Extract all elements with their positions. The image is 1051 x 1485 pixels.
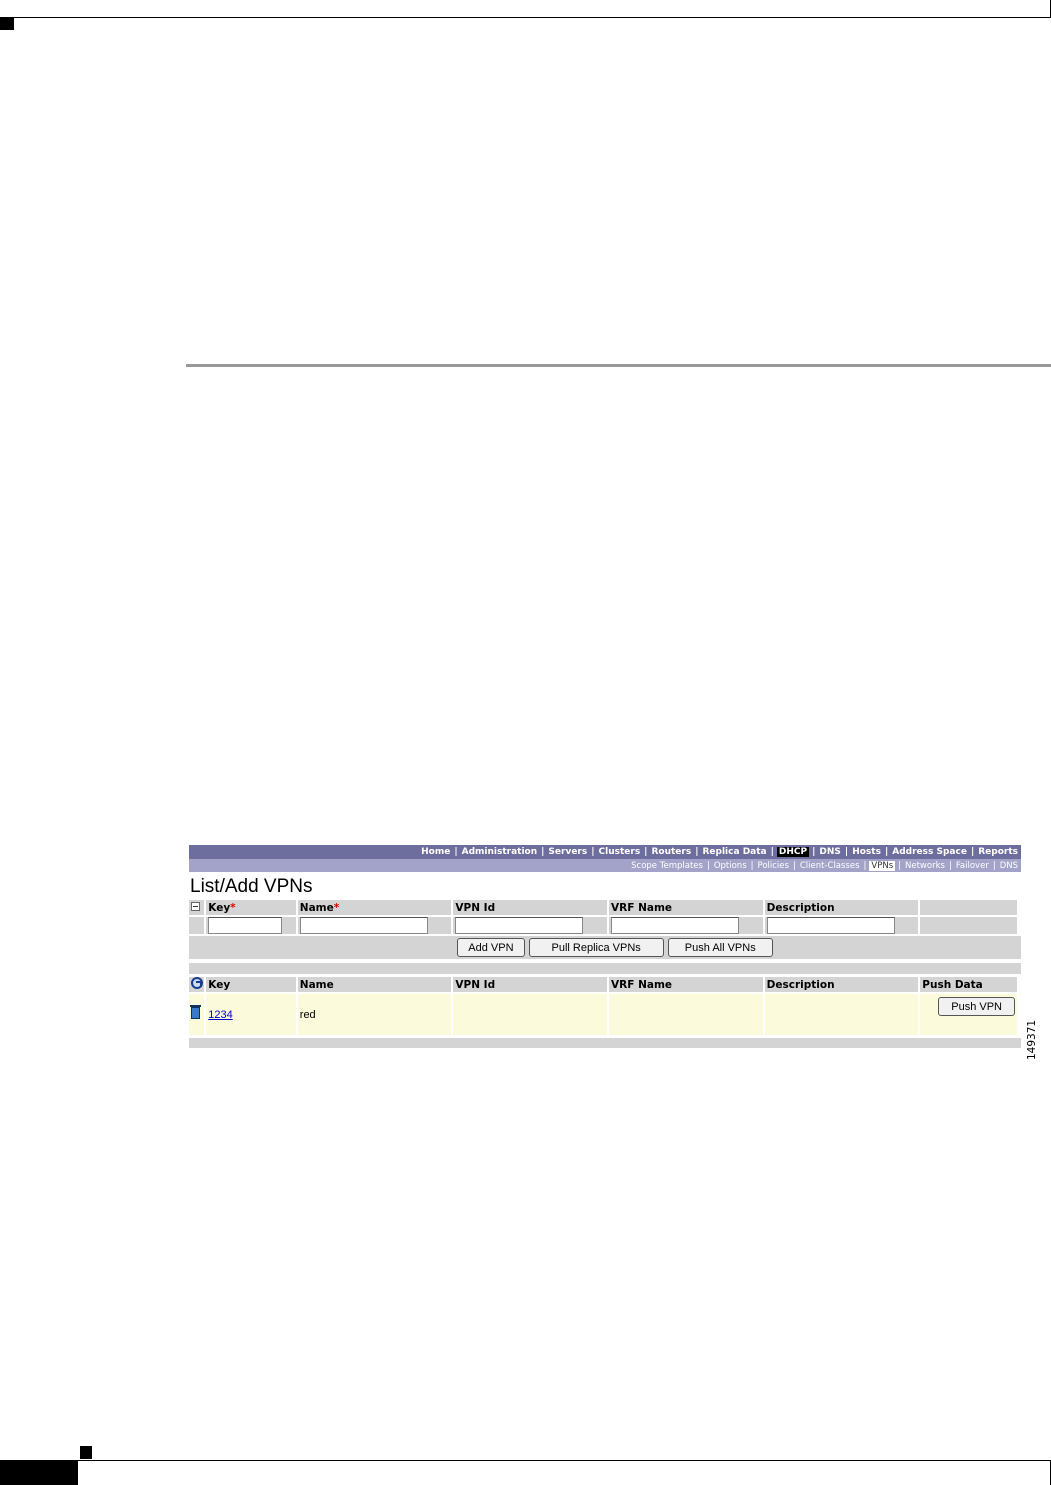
vrf-name-input-cell <box>609 917 763 934</box>
list-vpn-id-header: VPN Id <box>453 977 608 992</box>
subnav-failover[interactable]: Failover <box>955 861 990 871</box>
subnav-client-classes[interactable]: Client-Classes <box>799 861 861 871</box>
nav-hosts[interactable]: Hosts <box>851 847 882 857</box>
pull-replica-vpns-button[interactable]: Pull Replica VPNs <box>528 938 664 957</box>
nav-replica-data[interactable]: Replica Data <box>702 847 768 857</box>
push-all-vpns-button[interactable]: Push All VPNs <box>667 938 773 957</box>
vpn-id-input[interactable] <box>455 917 584 934</box>
push-vpn-button[interactable]: Push VPN <box>938 997 1015 1016</box>
blank-cell <box>920 917 1017 934</box>
figure-number: 149371 <box>1026 1019 1038 1060</box>
list-description-header: Description <box>764 977 919 992</box>
collapse-icon[interactable] <box>191 901 200 911</box>
nav-home[interactable]: Home <box>420 847 451 857</box>
vrf-name-header: VRF Name <box>609 900 763 915</box>
row-key-link[interactable]: 1234 <box>208 1009 232 1021</box>
list-vrf-name-header: VRF Name <box>609 977 763 992</box>
vpn-ui-figure: Home | Administration | Servers | Clusters |… <box>189 845 1021 1060</box>
row-key-cell: 1234 <box>206 994 296 1035</box>
footer-rule <box>0 1460 1051 1461</box>
page-title: List/Add VPNs <box>190 876 313 897</box>
row-name-cell: red <box>297 994 452 1035</box>
row-description-cell <box>764 994 919 1035</box>
section-spacer <box>189 963 1021 974</box>
list-key-header: Key <box>206 977 296 992</box>
name-input[interactable] <box>299 917 428 934</box>
header-marker <box>0 18 14 30</box>
list-push-data-header: Push Data <box>920 977 1017 992</box>
subnav-networks[interactable]: Networks <box>904 861 946 871</box>
header-rule <box>0 17 1051 18</box>
form-actions: Add VPN Pull Replica VPNs Push All VPNs <box>189 936 1021 959</box>
nav-dns[interactable]: DNS <box>818 847 842 857</box>
trash-icon[interactable] <box>190 1005 201 1019</box>
nav-administration[interactable]: Administration <box>461 847 539 857</box>
delete-cell[interactable] <box>189 994 205 1035</box>
table-row: 1234 red Push VPN <box>189 994 1017 1035</box>
description-input-cell <box>764 917 919 934</box>
collapse-cell[interactable] <box>189 900 205 915</box>
key-header: Key* <box>206 900 296 915</box>
refresh-icon[interactable] <box>191 977 203 989</box>
vpn-id-header: VPN Id <box>453 900 608 915</box>
vpn-list-table: Key Name VPN Id VRF Name Description Pus… <box>187 975 1019 1037</box>
nav-routers[interactable]: Routers <box>650 847 692 857</box>
nav-clusters[interactable]: Clusters <box>598 847 642 857</box>
description-header: Description <box>764 900 919 915</box>
section-divider <box>186 364 1051 367</box>
subnav-vpns[interactable]: VPNs <box>869 860 896 871</box>
subnav-scope-templates[interactable]: Scope Templates <box>630 861 704 871</box>
add-vpn-form: Key* Name* VPN Id VRF Name Description <box>187 898 1019 936</box>
nav-address-space[interactable]: Address Space <box>891 847 968 857</box>
vpn-id-input-cell <box>453 917 608 934</box>
name-header: Name* <box>297 900 452 915</box>
subnav-policies[interactable]: Policies <box>757 861 790 871</box>
name-input-cell <box>297 917 452 934</box>
key-input[interactable] <box>208 917 283 934</box>
add-vpn-button[interactable]: Add VPN <box>457 938 525 957</box>
footer-marker <box>80 1446 92 1459</box>
blank-header <box>920 900 1017 915</box>
refresh-cell[interactable] <box>189 977 205 992</box>
table-footer-bar <box>189 1038 1021 1048</box>
secondary-nav: Scope Templates | Options | Policies | Clie… <box>189 859 1021 872</box>
subnav-dns[interactable]: DNS <box>999 861 1019 871</box>
footer-page-block <box>0 1460 78 1485</box>
primary-nav: Home | Administration | Servers | Clusters |… <box>189 845 1021 859</box>
blank-cell <box>189 917 205 934</box>
key-input-cell <box>206 917 296 934</box>
description-input[interactable] <box>766 917 895 934</box>
nav-servers[interactable]: Servers <box>547 847 588 857</box>
list-name-header: Name <box>297 977 452 992</box>
vrf-name-input[interactable] <box>611 917 740 934</box>
nav-dhcp[interactable]: DHCP <box>776 847 810 857</box>
nav-reports[interactable]: Reports <box>977 847 1019 857</box>
row-vrf-name-cell <box>609 994 763 1035</box>
subnav-options[interactable]: Options <box>713 861 748 871</box>
row-push-cell: Push VPN <box>920 994 1017 1035</box>
row-vpn-id-cell <box>453 994 608 1035</box>
